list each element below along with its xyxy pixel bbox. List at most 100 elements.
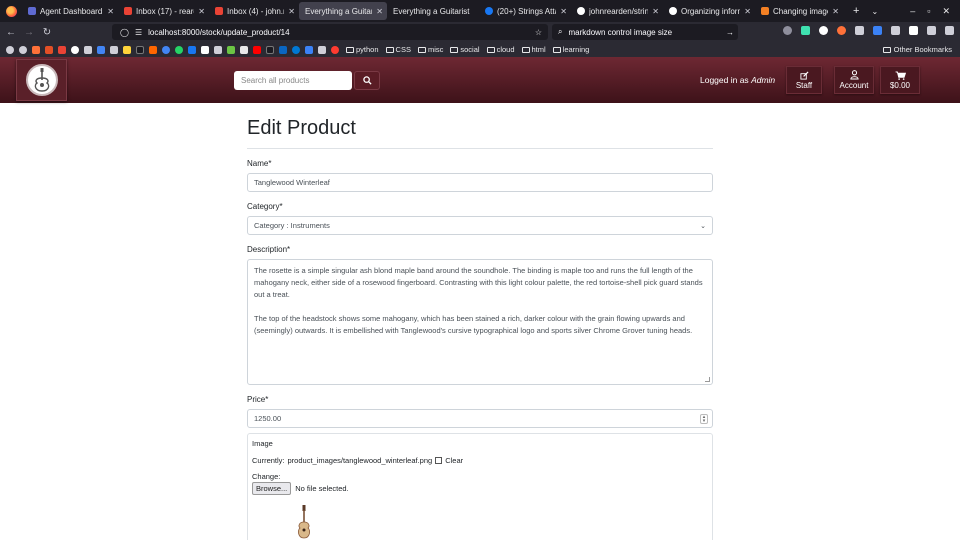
bookmark-star-icon[interactable]: ☆ bbox=[535, 28, 542, 37]
close-icon[interactable]: ✕ bbox=[560, 7, 567, 16]
download-icon[interactable] bbox=[801, 26, 810, 35]
forward-icon[interactable]: → bbox=[20, 27, 38, 38]
bookmark-icon[interactable] bbox=[188, 45, 196, 54]
page-info-icon[interactable]: ☰ bbox=[135, 28, 142, 37]
close-icon[interactable]: ✕ bbox=[107, 7, 114, 16]
bookmark-icon[interactable] bbox=[58, 45, 66, 54]
bookmark-icon[interactable] bbox=[84, 45, 92, 54]
bookmark-icon[interactable] bbox=[279, 45, 287, 54]
browser-tab[interactable]: Agent Dashboard - My ✕ bbox=[22, 0, 118, 22]
bookmark-folder[interactable]: cloud bbox=[486, 45, 515, 54]
bookmark-icon[interactable] bbox=[6, 45, 14, 54]
bookmark-icon[interactable] bbox=[97, 45, 105, 54]
bookmark-icon[interactable] bbox=[266, 45, 274, 54]
edit-icon bbox=[799, 70, 809, 80]
puzzle-icon[interactable] bbox=[927, 26, 936, 35]
chevron-down-icon[interactable]: ⌄ bbox=[871, 7, 878, 16]
browse-button[interactable]: Browse... bbox=[252, 482, 292, 495]
account-button[interactable]: Account bbox=[834, 66, 874, 94]
bookmark-icon[interactable] bbox=[136, 45, 144, 54]
bookmark-icon[interactable] bbox=[331, 45, 339, 54]
description-textarea[interactable]: The rosette is a simple singular ash blo… bbox=[247, 259, 713, 385]
bookmark-icon[interactable] bbox=[175, 45, 183, 54]
url-bar[interactable]: ◯ ☰ localhost:8000/stock/update_product/… bbox=[112, 24, 548, 40]
bookmark-icon[interactable] bbox=[318, 45, 326, 54]
bookmark-icon[interactable] bbox=[19, 45, 27, 54]
bookmark-folder[interactable]: social bbox=[450, 45, 480, 54]
extension-icon[interactable] bbox=[855, 26, 864, 35]
grid-icon[interactable] bbox=[891, 26, 900, 35]
bookmark-icon[interactable] bbox=[214, 45, 222, 54]
bookmark-folder[interactable]: CSS bbox=[385, 45, 411, 54]
close-icon[interactable]: ✕ bbox=[376, 7, 383, 16]
bookmark-folder[interactable]: python bbox=[346, 45, 379, 54]
bookmark-icon[interactable] bbox=[110, 45, 118, 54]
bookmark-icon[interactable] bbox=[71, 45, 79, 54]
product-search-input[interactable] bbox=[234, 71, 352, 90]
pocket-icon[interactable] bbox=[783, 26, 792, 35]
name-input[interactable]: Tanglewood Winterleaf bbox=[247, 173, 713, 192]
browser-tab[interactable]: (20+) Strings Attach ✕ bbox=[479, 0, 571, 22]
browser-tab[interactable]: Inbox (17) - rearden ✕ bbox=[118, 0, 209, 22]
close-window-icon[interactable]: ✕ bbox=[942, 6, 950, 17]
tab-favicon-icon bbox=[28, 7, 36, 15]
bookmark-icon[interactable] bbox=[45, 45, 53, 54]
page-title: Edit Product bbox=[247, 117, 356, 139]
browser-tab[interactable]: johnrearden/string ✕ bbox=[571, 0, 663, 22]
extension-icon[interactable] bbox=[837, 26, 846, 35]
bookmark-folder[interactable]: learning bbox=[552, 45, 589, 54]
clear-checkbox[interactable] bbox=[435, 457, 443, 464]
shield-extension-icon[interactable] bbox=[873, 26, 882, 35]
bookmark-icon[interactable] bbox=[292, 45, 300, 54]
browser-tab[interactable]: Organizing inform ✕ bbox=[663, 0, 755, 22]
bookmark-icon[interactable] bbox=[253, 45, 261, 54]
reload-icon[interactable]: ↻ bbox=[38, 27, 56, 38]
cart-button[interactable]: $0.00 bbox=[880, 66, 920, 94]
bookmark-icon[interactable] bbox=[162, 45, 170, 54]
bookmark-icon[interactable] bbox=[201, 45, 209, 54]
browser-search-text[interactable]: markdown control image size bbox=[568, 28, 672, 37]
current-image-link[interactable]: product_images/tanglewood_winterleaf.png bbox=[288, 456, 433, 465]
browser-tab-active[interactable]: Everything a Guitarist ✕ bbox=[299, 2, 387, 20]
price-input[interactable]: 1250.00 ▴ ▾ bbox=[247, 409, 713, 428]
shield-icon[interactable]: ◯ bbox=[120, 28, 129, 37]
number-spinner-icon[interactable]: ▴ ▾ bbox=[700, 413, 708, 424]
resize-handle-icon[interactable] bbox=[705, 377, 710, 382]
bookmark-icon[interactable] bbox=[305, 45, 313, 54]
firefox-icon[interactable] bbox=[0, 0, 22, 22]
maximize-icon[interactable]: ▫ bbox=[927, 6, 930, 17]
search-icon: ⌕ bbox=[558, 27, 563, 36]
category-value: Category : Instruments bbox=[254, 221, 330, 230]
browser-tab[interactable]: Inbox (4) - john.rea ✕ bbox=[209, 0, 299, 22]
close-icon[interactable]: ✕ bbox=[652, 7, 659, 16]
site-logo[interactable] bbox=[16, 59, 67, 101]
browser-tab[interactable]: Everything a Guitarist bbox=[387, 0, 479, 22]
new-tab-icon[interactable]: + bbox=[853, 5, 859, 17]
bookmark-folder[interactable]: misc bbox=[417, 45, 443, 54]
folder-icon bbox=[450, 46, 459, 53]
bookmark-icon[interactable] bbox=[227, 45, 235, 54]
category-select[interactable]: Category : Instruments ⌄ bbox=[247, 216, 713, 235]
bookmark-icon[interactable] bbox=[32, 45, 40, 54]
close-icon[interactable]: ✕ bbox=[198, 7, 205, 16]
category-label: Category* bbox=[247, 202, 283, 211]
bookmark-icon[interactable] bbox=[240, 45, 248, 54]
menu-icon[interactable] bbox=[945, 26, 954, 35]
back-icon[interactable]: ← bbox=[2, 27, 20, 38]
other-bookmarks[interactable]: Other Bookmarks bbox=[882, 45, 960, 54]
bookmark-folder[interactable]: html bbox=[521, 45, 546, 54]
browser-search-bar[interactable]: ⌕ markdown control image size → bbox=[552, 24, 738, 40]
close-icon[interactable]: ✕ bbox=[288, 7, 295, 16]
url-text[interactable]: localhost:8000/stock/update_product/14 bbox=[148, 28, 289, 37]
minimize-icon[interactable]: – bbox=[910, 6, 915, 17]
search-button[interactable] bbox=[354, 71, 380, 90]
extension-icon[interactable] bbox=[819, 26, 828, 35]
close-icon[interactable]: ✕ bbox=[832, 7, 839, 16]
bookmark-icon[interactable] bbox=[123, 45, 131, 54]
staff-button[interactable]: Staff bbox=[786, 66, 822, 94]
go-arrow-icon[interactable]: → bbox=[726, 28, 734, 37]
browser-tab[interactable]: Changing image si ✕ bbox=[755, 0, 843, 22]
bookmark-icon[interactable] bbox=[149, 45, 157, 54]
profile-icon[interactable] bbox=[909, 26, 918, 35]
close-icon[interactable]: ✕ bbox=[744, 7, 751, 16]
